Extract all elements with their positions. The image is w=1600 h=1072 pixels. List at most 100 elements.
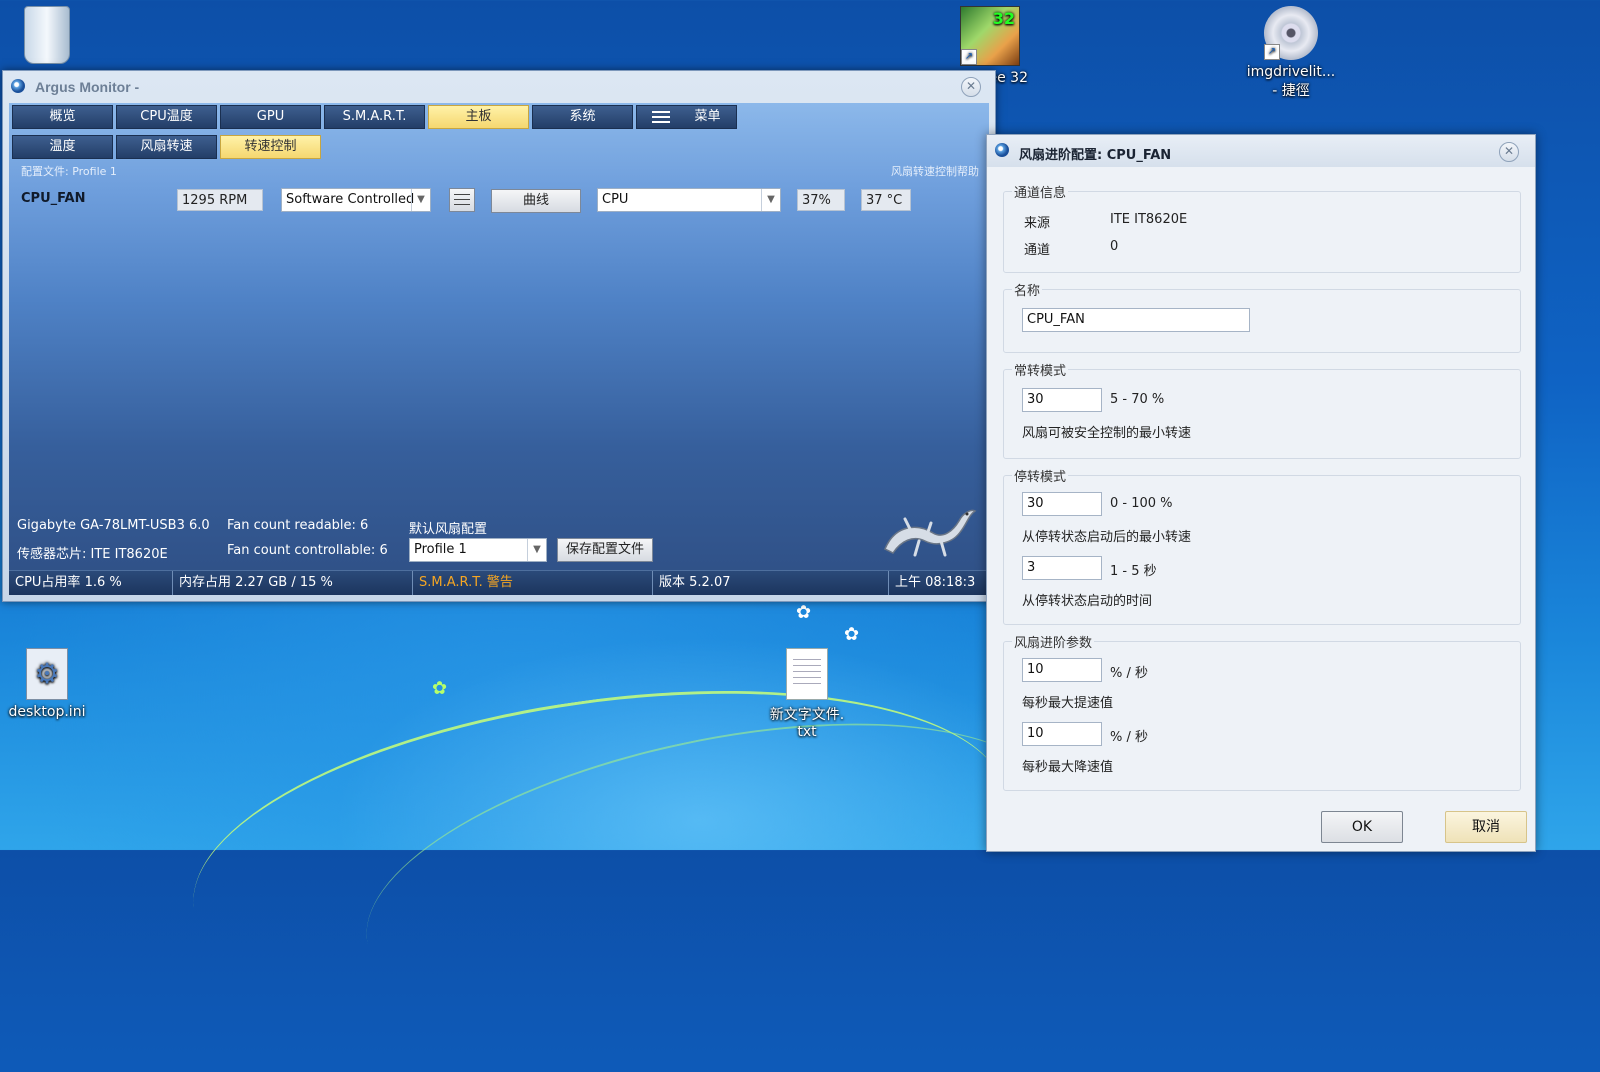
source-label: 来源 <box>1024 216 1051 231</box>
chevron-down-icon: ▼ <box>761 189 780 211</box>
subtab-temperature[interactable]: 温度 <box>12 135 113 159</box>
argus-monitor-window: Argus Monitor - ✕ 概览 CPU温度 GPU S.M.A.R.T… <box>2 70 996 602</box>
restart-speed-range: 0 - 100 % <box>1110 496 1173 511</box>
main-tabs: 概览 CPU温度 GPU S.M.A.R.T. 主板 系统 菜单 <box>12 105 737 129</box>
group-title: 通道信息 <box>1012 182 1069 201</box>
constant-mode-group: 常转模式 30 5 - 70 % 风扇可被安全控制的最小转速 <box>1003 360 1521 459</box>
group-title: 常转模式 <box>1012 360 1069 379</box>
restart-time-range: 1 - 5 秒 <box>1110 564 1157 579</box>
fan-count-readable: Fan count readable: 6 <box>227 518 369 533</box>
group-title: 名称 <box>1012 280 1043 299</box>
desktop-icon-recycle-bin[interactable] <box>2 6 92 68</box>
shortcut-arrow-icon: ↗ <box>1264 44 1280 60</box>
desktop-icon-label: txt <box>797 724 817 740</box>
wallpaper-flower: ✿ <box>796 602 812 623</box>
fan-source-select[interactable]: CPU ▼ <box>597 188 781 212</box>
board-name: Gigabyte GA-78LMT-USB3 6.0 <box>17 518 210 533</box>
min-speed-range: 5 - 70 % <box>1110 392 1165 407</box>
shortcut-arrow-icon: ↗ <box>961 49 977 65</box>
max-decrease-unit: % / 秒 <box>1110 730 1148 745</box>
source-value: ITE IT8620E <box>1110 212 1188 227</box>
argus-lizard-logo <box>884 509 977 557</box>
chevron-down-icon: ▼ <box>411 189 430 211</box>
fan-name: CPU_FAN <box>21 191 86 206</box>
sliders-icon <box>454 194 470 206</box>
default-profile-label: 默认风扇配置 <box>409 522 488 537</box>
group-title: 停转模式 <box>1012 466 1069 485</box>
cancel-button[interactable]: 取消 <box>1445 811 1527 843</box>
min-speed-input[interactable]: 30 <box>1022 388 1102 412</box>
tab-mainboard[interactable]: 主板 <box>428 105 529 129</box>
close-button[interactable]: ✕ <box>1499 142 1519 162</box>
fan-control-help-link[interactable]: 风扇转速控制帮助 <box>891 163 979 179</box>
main-panel: 概览 CPU温度 GPU S.M.A.R.T. 主板 系统 菜单 温度 风扇转速… <box>9 103 989 595</box>
channel-value: 0 <box>1110 239 1119 254</box>
fan-temp-value: 37 °C <box>861 189 911 211</box>
fan-rpm-value: 1295 RPM <box>177 189 263 211</box>
min-speed-desc: 风扇可被安全控制的最小转速 <box>1022 426 1192 441</box>
curve-button[interactable]: 曲线 <box>491 189 581 213</box>
sub-tabs: 温度 风扇转速 转速控制 <box>12 135 321 159</box>
status-memory-usage: 内存占用 2.27 GB / 15 % <box>173 571 413 595</box>
restart-speed-input[interactable]: 30 <box>1022 492 1102 516</box>
status-cpu-usage: CPU占用率 1.6 % <box>9 571 173 595</box>
desktop-icon-label: desktop.ini <box>8 704 86 720</box>
fan-source-value: CPU <box>602 192 629 207</box>
subtab-fan-speed[interactable]: 风扇转速 <box>116 135 217 159</box>
wallpaper-flower: ✿ <box>844 624 860 645</box>
fan-settings-button[interactable] <box>449 188 475 212</box>
argus-logo-icon <box>995 143 1009 157</box>
max-increase-input[interactable]: 10 <box>1022 658 1102 682</box>
desktop-icon-imgdrive[interactable]: ↗ imgdrivelit... - 捷徑 <box>1236 6 1346 100</box>
status-smart-warning[interactable]: S.M.A.R.T. 警告 <box>413 571 653 595</box>
tab-menu[interactable]: 菜单 <box>636 105 737 129</box>
restart-speed-desc: 从停转状态启动后的最小转速 <box>1022 530 1192 545</box>
eye-app-icon: 32 ↗ <box>960 6 1020 66</box>
desktop-icon-label: imgdrivelit... <box>1246 64 1336 80</box>
fan-advanced-config-dialog: 风扇进阶配置: CPU_FAN ✕ 通道信息 来源 ITE IT8620E 通道… <box>986 134 1536 852</box>
dialog-titlebar: 风扇进阶配置: CPU_FAN ✕ <box>987 135 1535 167</box>
desktop-icon-new-text-file[interactable]: 新文字文件. txt <box>762 648 852 740</box>
max-increase-desc: 每秒最大提速值 <box>1022 696 1114 711</box>
restart-time-desc: 从停转状态启动的时间 <box>1022 594 1153 609</box>
max-increase-unit: % / 秒 <box>1110 666 1148 681</box>
recycle-bin-icon <box>24 6 70 64</box>
subtab-fan-control[interactable]: 转速控制 <box>220 135 321 159</box>
sensor-chip: 传感器芯片: ITE IT8620E <box>17 547 168 562</box>
channel-info-group: 通道信息 来源 ITE IT8620E 通道 0 <box>1003 182 1521 273</box>
stop-mode-group: 停转模式 30 0 - 100 % 从停转状态启动后的最小转速 3 1 - 5 … <box>1003 466 1521 625</box>
fan-percent-value: 37% <box>797 189 845 211</box>
fan-count-controllable: Fan count controllable: 6 <box>227 543 388 558</box>
status-time: 上午 08:18:3 <box>895 575 976 590</box>
status-version: 版本 5.2.07 <box>653 571 889 595</box>
tab-overview[interactable]: 概览 <box>12 105 113 129</box>
window-title: Argus Monitor - <box>35 79 140 95</box>
save-profile-button[interactable]: 保存配置文件 <box>557 538 653 562</box>
chevron-down-icon: ▼ <box>527 539 546 561</box>
menu-icon <box>652 110 671 123</box>
max-decrease-input[interactable]: 10 <box>1022 722 1102 746</box>
tab-system[interactable]: 系统 <box>532 105 633 129</box>
status-bar: CPU占用率 1.6 % 内存占用 2.27 GB / 15 % S.M.A.R… <box>9 570 989 595</box>
profile-select[interactable]: Profile 1 ▼ <box>409 538 547 562</box>
profile-select-value: Profile 1 <box>414 542 467 557</box>
tab-cpu-temp[interactable]: CPU温度 <box>116 105 217 129</box>
tab-smart[interactable]: S.M.A.R.T. <box>324 105 425 129</box>
desktop-icon-label: - 捷徑 <box>1272 83 1310 99</box>
fan-mode-select[interactable]: Software Controlled ▼ <box>281 188 431 212</box>
text-file-icon <box>786 648 828 700</box>
desktop-icon-desktop-ini[interactable]: ⚙ desktop.ini <box>2 648 92 720</box>
fan-mode-value: Software Controlled <box>286 192 415 207</box>
name-group: 名称 CPU_FAN <box>1003 280 1521 353</box>
wallpaper-flower: ✿ <box>432 678 448 699</box>
tab-gpu[interactable]: GPU <box>220 105 321 129</box>
argus-logo-icon <box>11 79 25 93</box>
disc-icon: ↗ <box>1264 6 1318 60</box>
ok-button[interactable]: OK <box>1321 811 1403 843</box>
fan-name-input[interactable]: CPU_FAN <box>1022 308 1250 332</box>
restart-time-input[interactable]: 3 <box>1022 556 1102 580</box>
settings-file-icon: ⚙ <box>26 648 68 700</box>
advanced-params-group: 风扇进阶参数 10 % / 秒 每秒最大提速值 10 % / 秒 每秒最大降速值 <box>1003 632 1521 791</box>
dialog-title: 风扇进阶配置: CPU_FAN <box>1019 148 1172 163</box>
close-button[interactable]: ✕ <box>961 77 981 97</box>
